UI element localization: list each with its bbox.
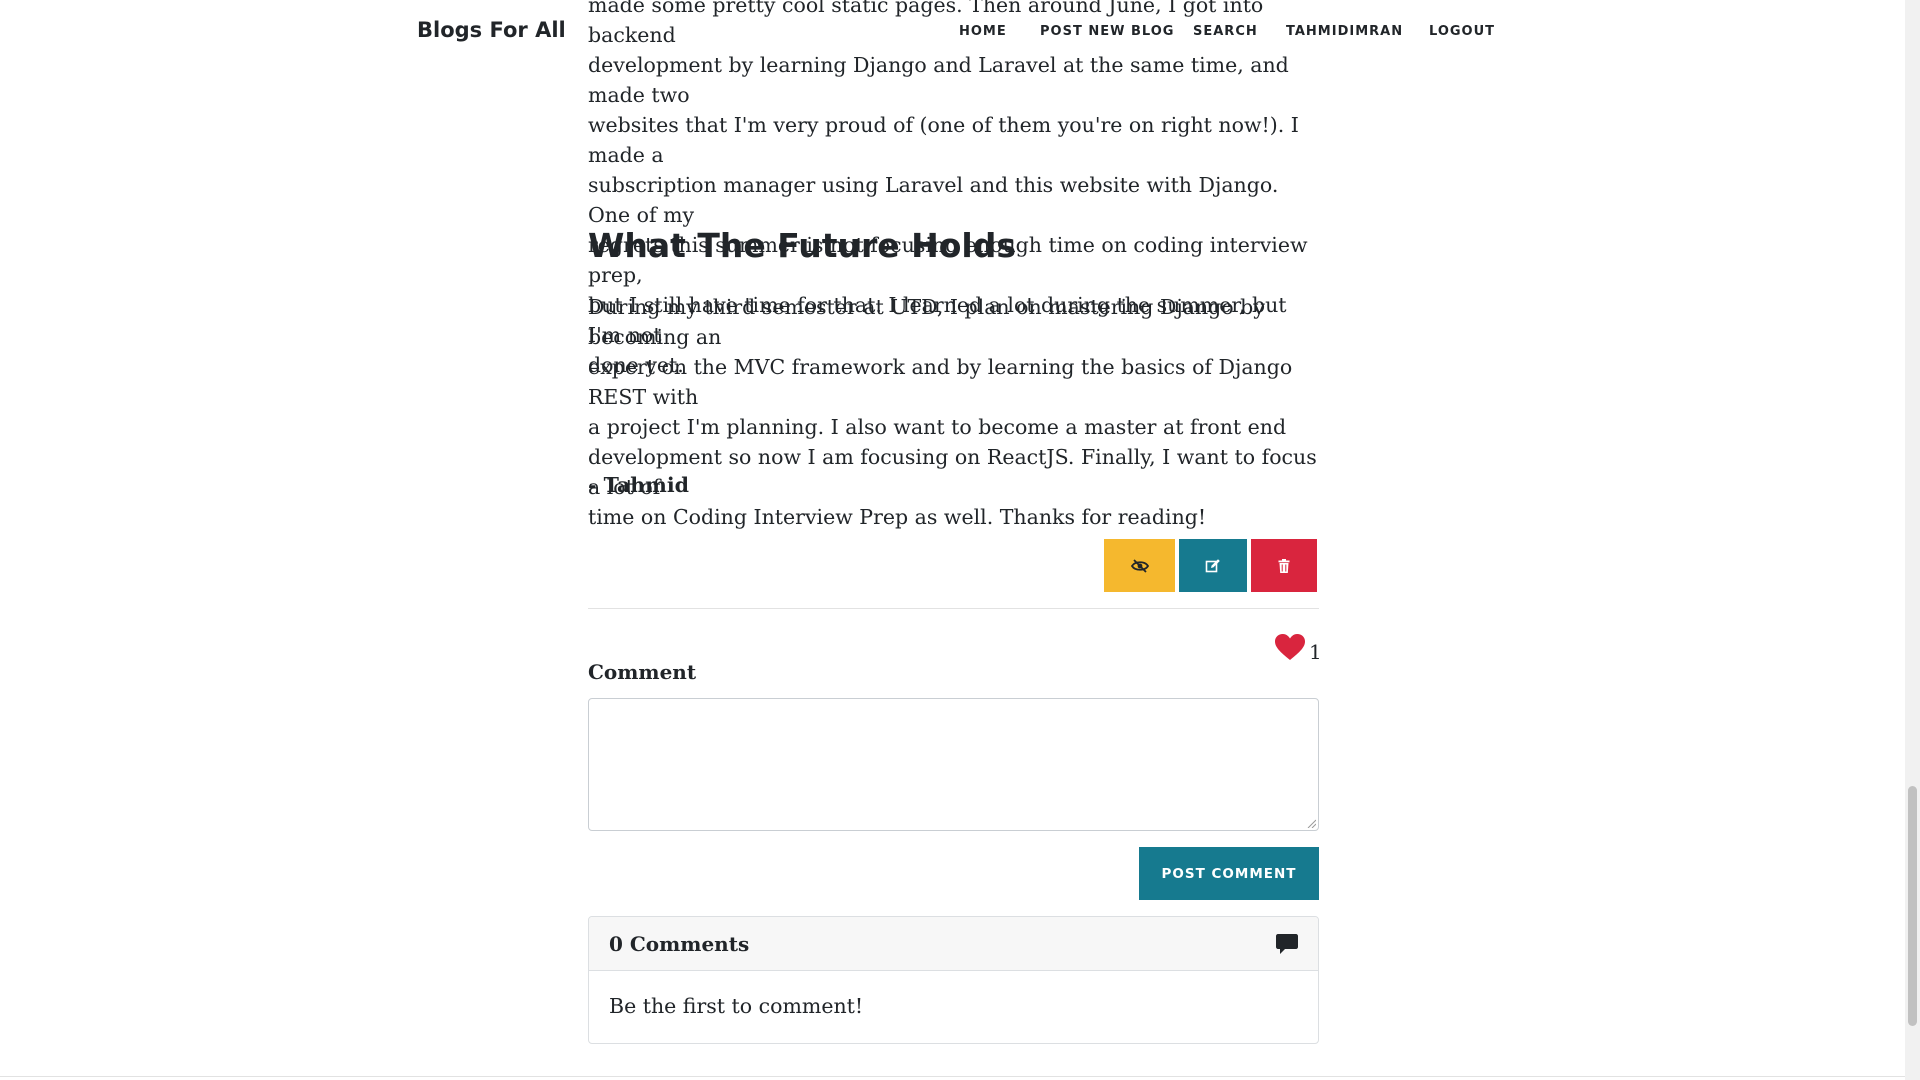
nav-home[interactable]: HOME — [959, 24, 1007, 39]
hide-post-button[interactable] — [1104, 539, 1175, 592]
like-widget: 1 — [1275, 630, 1322, 664]
heart-icon[interactable] — [1275, 633, 1305, 661]
intro-line: subscription manager using Laravel and t… — [588, 173, 1279, 227]
footer-divider — [0, 1076, 1905, 1077]
section-line: During my third semester at UTD, I plan … — [588, 295, 1265, 349]
comment-icon — [1276, 933, 1298, 954]
comments-header: 0 Comments — [589, 917, 1318, 971]
comments-count-title: 0 Comments — [609, 931, 750, 956]
intro-line: websites that I'm very proud of (one of … — [588, 113, 1299, 167]
section-heading: What The Future Holds — [588, 226, 1016, 265]
like-count: 1 — [1309, 640, 1322, 664]
article: made some pretty cool static pages. Then… — [588, 0, 1319, 529]
nav-post-new-blog[interactable]: POST NEW BLOG — [1040, 24, 1174, 39]
resize-handle-icon[interactable] — [1306, 818, 1316, 828]
comment-label: Comment — [588, 660, 697, 684]
post-actions — [1104, 539, 1317, 592]
page: made some pretty cool static pages. Then… — [0, 0, 1905, 1080]
comments-card: 0 Comments Be the first to comment! — [588, 916, 1319, 1044]
section-line: expert on the MVC framework and by learn… — [588, 355, 1293, 409]
author-signature: - Tahmid — [588, 473, 689, 497]
scrollbar-thumb[interactable] — [1908, 786, 1917, 1026]
delete-post-button[interactable] — [1251, 539, 1317, 592]
divider — [588, 608, 1319, 609]
vertical-scrollbar[interactable] — [1905, 0, 1920, 1080]
edit-post-button[interactable] — [1179, 539, 1247, 592]
section-line: development so now I am focusing on Reac… — [588, 445, 1317, 499]
nav-search[interactable]: SEARCH — [1193, 24, 1258, 39]
comments-empty-message: Be the first to comment! — [609, 994, 864, 1018]
section-line: a project I'm planning. I also want to b… — [588, 415, 1287, 439]
nav-user-profile[interactable]: TAHMIDIMRAN — [1286, 24, 1403, 39]
nav-logout[interactable]: LOGOUT — [1429, 24, 1495, 39]
trash-icon — [1278, 558, 1290, 573]
post-comment-button[interactable]: POST COMMENT — [1139, 847, 1319, 900]
section-line: time on Coding Interview Prep as well. T… — [588, 505, 1207, 529]
intro-line: development by learning Django and Larav… — [588, 53, 1289, 107]
eye-slash-icon — [1130, 558, 1149, 573]
section-paragraph: During my third semester at UTD, I plan … — [588, 292, 1319, 532]
main-nav: HOME POST NEW BLOG SEARCH TAHMIDIMRAN LO… — [0, 24, 1905, 44]
comment-textarea[interactable] — [588, 698, 1319, 831]
edit-icon — [1205, 558, 1220, 572]
